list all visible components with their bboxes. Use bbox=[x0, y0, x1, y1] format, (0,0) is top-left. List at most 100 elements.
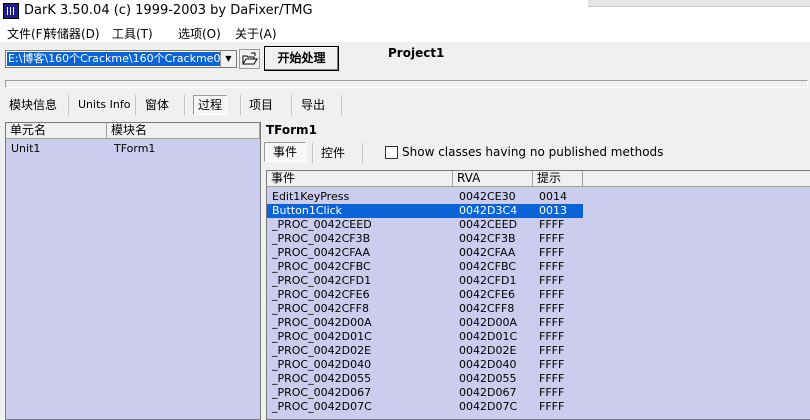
tab-units-info[interactable]: Units Info bbox=[78, 95, 130, 115]
event-row[interactable]: _PROC_0042D067 0042D067 FFFF bbox=[267, 386, 583, 400]
event-row[interactable]: _PROC_0042CFF8 0042CFF8 FFFF bbox=[267, 302, 583, 316]
tab-divider bbox=[291, 95, 292, 115]
event-rva-cell: 0042D07C bbox=[459, 400, 518, 413]
units-list[interactable]: 单元名 模块名 Unit1 TForm1 bbox=[5, 122, 261, 420]
tab-divider bbox=[341, 95, 342, 115]
event-row[interactable]: _PROC_0042D055 0042D055 FFFF bbox=[267, 372, 583, 386]
event-name-cell: _PROC_0042CFF8 bbox=[272, 302, 369, 315]
event-hint-cell: FFFF bbox=[539, 274, 565, 287]
event-row[interactable]: _PROC_0042D07C 0042D07C FFFF bbox=[267, 400, 583, 414]
title-bar-overlay bbox=[588, 0, 810, 7]
tab-divider bbox=[312, 143, 313, 163]
event-rva-cell: 0042D00A bbox=[459, 316, 517, 329]
tab-divider bbox=[240, 95, 241, 115]
event-row[interactable]: Edit1KeyPress 0042CE30 0014 bbox=[267, 190, 583, 204]
event-name-cell: Edit1KeyPress bbox=[272, 190, 350, 203]
form-name: TForm1 bbox=[266, 123, 317, 137]
tab-exports[interactable]: 导出 bbox=[301, 95, 325, 115]
event-rva-cell: 0042D040 bbox=[459, 358, 517, 371]
show-unpublished-label[interactable]: Show classes having no published methods bbox=[402, 145, 663, 159]
tab-forms[interactable]: 窗体 bbox=[145, 95, 169, 115]
event-name-cell: _PROC_0042D01C bbox=[272, 330, 372, 343]
event-rva-cell: 0042CEED bbox=[459, 218, 518, 231]
tab-divider bbox=[362, 143, 363, 163]
menu-about[interactable]: 关于(A) bbox=[235, 25, 277, 42]
event-row[interactable]: _PROC_0042CEED 0042CEED FFFF bbox=[267, 218, 583, 232]
event-hint-cell: FFFF bbox=[539, 302, 565, 315]
event-hint-cell: 0014 bbox=[539, 190, 567, 203]
event-row[interactable]: _PROC_0042D02E 0042D02E FFFF bbox=[267, 344, 583, 358]
event-hint-cell: FFFF bbox=[539, 316, 565, 329]
tab-procedures[interactable]: 过程 bbox=[193, 95, 228, 115]
dark-app-icon bbox=[3, 3, 19, 19]
tab-divider bbox=[184, 95, 185, 115]
event-row[interactable]: _PROC_0042CFE6 0042CFE6 FFFF bbox=[267, 288, 583, 302]
show-unpublished-checkbox[interactable] bbox=[385, 146, 398, 159]
menu-tools[interactable]: 工具(T) bbox=[112, 25, 153, 42]
event-hint-cell: FFFF bbox=[539, 386, 565, 399]
chevron-down-icon[interactable]: ▼ bbox=[220, 51, 236, 67]
event-rva-cell: 0042CFD1 bbox=[459, 274, 517, 287]
event-hint-cell: FFFF bbox=[539, 358, 565, 371]
event-name-cell: _PROC_0042CFD1 bbox=[272, 274, 372, 287]
start-process-button[interactable]: 开始处理 bbox=[264, 46, 339, 71]
event-name-cell: _PROC_0042CFE6 bbox=[272, 288, 370, 301]
menu-bar: 文件(F) 转储器(D) 工具(T) 选项(O) 关于(A) bbox=[0, 22, 810, 42]
subtab-controls[interactable]: 控件 bbox=[321, 144, 345, 161]
module-name-cell[interactable]: TForm1 bbox=[114, 142, 155, 155]
event-row[interactable]: _PROC_0042CFAA 0042CFAA FFFF bbox=[267, 246, 583, 260]
event-rva-cell: 0042D02E bbox=[459, 344, 517, 357]
event-row[interactable]: _PROC_0042CF3B 0042CF3B FFFF bbox=[267, 232, 583, 246]
event-rva-cell: 0042D067 bbox=[459, 386, 517, 399]
column-header-rva[interactable]: RVA bbox=[453, 171, 533, 187]
event-name-cell: _PROC_0042D067 bbox=[272, 386, 372, 399]
event-rva-cell: 0042D3C4 bbox=[459, 204, 518, 217]
open-file-button[interactable] bbox=[239, 49, 260, 69]
event-name-cell: _PROC_0042D055 bbox=[272, 372, 372, 385]
event-hint-cell: FFFF bbox=[539, 260, 565, 273]
tab-project[interactable]: 项目 bbox=[249, 95, 273, 115]
menu-dumper[interactable]: 转储器(D) bbox=[45, 25, 100, 42]
events-list[interactable]: 事件 RVA 提示 Edit1KeyPress 0042CE30 0014 Butto… bbox=[266, 170, 810, 420]
event-rva-cell: 0042CFAA bbox=[459, 246, 516, 259]
event-hint-cell: FFFF bbox=[539, 232, 565, 245]
event-hint-cell: 0013 bbox=[539, 204, 567, 217]
event-rva-cell: 0042CF3B bbox=[459, 232, 516, 245]
event-hint-cell: FFFF bbox=[539, 372, 565, 385]
tab-divider bbox=[135, 95, 136, 115]
menu-options[interactable]: 选项(O) bbox=[178, 25, 221, 42]
event-rva-cell: 0042CFE6 bbox=[459, 288, 515, 301]
event-row[interactable]: _PROC_0042D040 0042D040 FFFF bbox=[267, 358, 583, 372]
column-header-event[interactable]: 事件 bbox=[267, 171, 453, 187]
subtab-events[interactable]: 事件 bbox=[264, 142, 306, 162]
title-bar: DarK 3.50.04 (c) 1999-2003 by DaFixer/TM… bbox=[0, 0, 810, 22]
tab-module-info[interactable]: 模块信息 bbox=[9, 95, 57, 115]
event-name-cell: _PROC_0042CFBC bbox=[272, 260, 371, 273]
event-row[interactable]: _PROC_0042D01C 0042D01C FFFF bbox=[267, 330, 583, 344]
event-name-cell: _PROC_0042D040 bbox=[272, 358, 372, 371]
event-hint-cell: FFFF bbox=[539, 330, 565, 343]
progress-bar bbox=[5, 80, 808, 88]
window-title: DarK 3.50.04 (c) 1999-2003 by DaFixer/TM… bbox=[24, 3, 313, 18]
column-header-unit-name[interactable]: 单元名 bbox=[6, 123, 107, 139]
event-name-cell: _PROC_0042CEED bbox=[272, 218, 372, 231]
path-combobox[interactable]: E:\博客\160个Crackme\160个Crackme021\ ▼ bbox=[5, 50, 237, 68]
event-rva-cell: 0042D055 bbox=[459, 372, 517, 385]
event-row[interactable]: _PROC_0042D00A 0042D00A FFFF bbox=[267, 316, 583, 330]
project-name: Project1 bbox=[388, 46, 445, 60]
event-name-cell: Button1Click bbox=[272, 204, 343, 217]
event-hint-cell: FFFF bbox=[539, 218, 565, 231]
event-row[interactable]: Button1Click 0042D3C4 0013 bbox=[267, 204, 583, 218]
event-row[interactable]: _PROC_0042CFBC 0042CFBC FFFF bbox=[267, 260, 583, 274]
unit-name-cell[interactable]: Unit1 bbox=[11, 142, 40, 155]
event-rva-cell: 0042CFBC bbox=[459, 260, 517, 273]
event-name-cell: _PROC_0042D07C bbox=[272, 400, 372, 413]
column-header-module-name[interactable]: 模块名 bbox=[107, 123, 260, 139]
path-value: E:\博客\160个Crackme\160个Crackme021\ bbox=[7, 52, 222, 66]
menu-file[interactable]: 文件(F) bbox=[7, 25, 47, 42]
event-name-cell: _PROC_0042CFAA bbox=[272, 246, 370, 259]
tab-divider bbox=[68, 95, 69, 115]
event-row[interactable]: _PROC_0042CFD1 0042CFD1 FFFF bbox=[267, 274, 583, 288]
column-header-hint[interactable]: 提示 bbox=[533, 171, 583, 187]
event-name-cell: _PROC_0042D00A bbox=[272, 316, 372, 329]
